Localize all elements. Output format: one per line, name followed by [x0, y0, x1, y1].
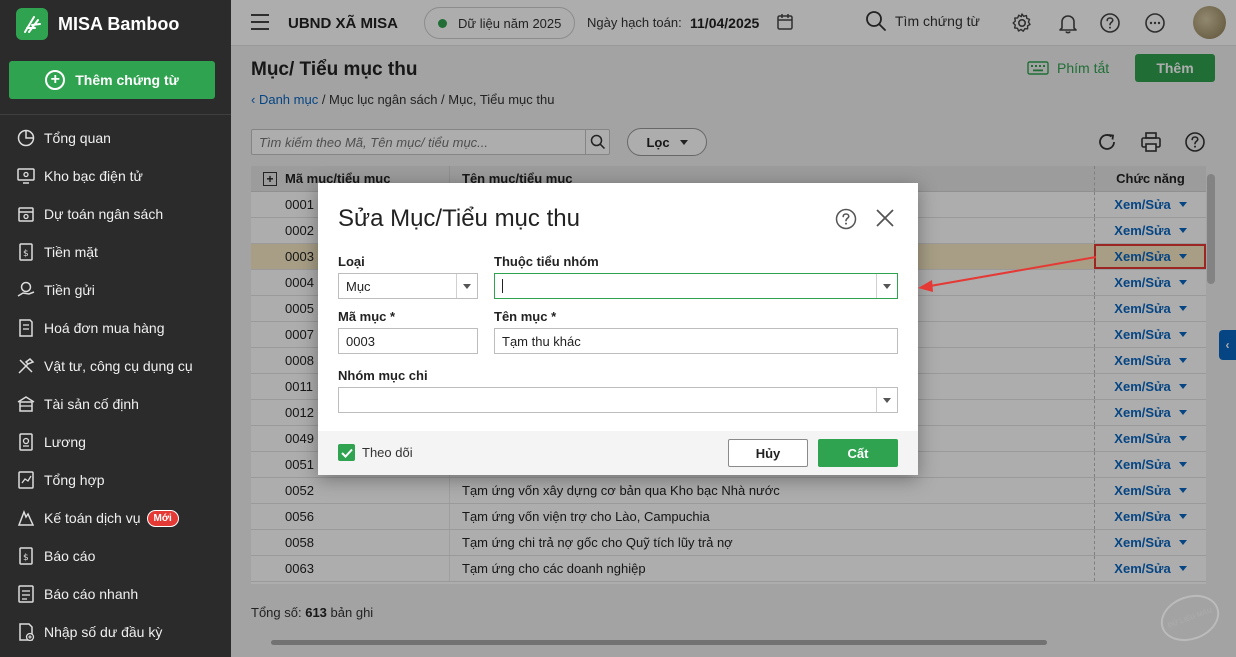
- code-label: Mã mục *: [338, 309, 396, 324]
- sidebar-item-label: Tiền gửi: [44, 282, 95, 298]
- new-badge: Mới: [146, 509, 179, 527]
- sidebar-item-2[interactable]: Kho bạc điện tử: [0, 157, 231, 195]
- chevron-down-icon[interactable]: [456, 274, 477, 298]
- add-voucher-label: Thêm chứng từ: [75, 72, 179, 88]
- deposit-icon: [17, 281, 35, 297]
- track-label[interactable]: Theo dõi: [362, 445, 413, 460]
- svg-text:$: $: [23, 553, 29, 563]
- type-label: Loại: [338, 254, 365, 269]
- svg-text:$: $: [23, 249, 29, 259]
- name-input[interactable]: Tạm thu khác: [494, 328, 898, 354]
- sidebar-item-label: Tổng hợp: [44, 472, 105, 488]
- monitor-icon: [17, 168, 35, 184]
- code-input[interactable]: 0003: [338, 328, 478, 354]
- subgroup-label: Thuộc tiểu nhóm: [494, 254, 599, 269]
- expense-group-label: Nhóm mục chi: [338, 368, 428, 383]
- budget-icon: [18, 207, 34, 222]
- track-checkbox[interactable]: [338, 444, 355, 461]
- invoice-icon: [19, 319, 33, 337]
- sidebar-menu: Tổng quan Kho bạc điện tử Dự toán ngân sác…: [0, 119, 231, 651]
- sidebar-item-1[interactable]: Tổng quan: [0, 119, 231, 157]
- opening-balance-icon: [19, 623, 35, 642]
- sidebar-item-10[interactable]: Tổng hợp: [0, 461, 231, 499]
- sidebar-item-6[interactable]: Hoá đơn mua hàng: [0, 309, 231, 347]
- cancel-button[interactable]: Hủy: [728, 439, 808, 467]
- close-icon[interactable]: [876, 209, 894, 227]
- sidebar-item-label: Tài sản cố định: [44, 396, 139, 412]
- sidebar-item-label: Nhập số dư đầu kỳ: [44, 624, 163, 640]
- plus-circle-icon: +: [45, 70, 66, 90]
- chevron-down-icon[interactable]: [876, 388, 897, 412]
- sidebar: MISA Bamboo + Thêm chứng từ Tổng quan Kho…: [0, 0, 231, 657]
- sidebar-item-label: Vật tư, công cụ dụng cụ: [44, 358, 193, 374]
- subgroup-select[interactable]: [494, 273, 898, 299]
- help-icon[interactable]: [835, 208, 857, 230]
- sidebar-item-5[interactable]: Tiền gửi: [0, 271, 231, 309]
- service-icon: [17, 509, 35, 526]
- sidebar-item-label: Báo cáo: [44, 548, 96, 564]
- pie-chart-icon: [17, 129, 35, 147]
- sidebar-item-8[interactable]: Tài sản cố định: [0, 385, 231, 423]
- tools-icon: [18, 358, 35, 374]
- expense-group-select[interactable]: [338, 387, 898, 413]
- add-voucher-button[interactable]: + Thêm chứng từ: [9, 61, 215, 99]
- sidebar-item-label: Báo cáo nhanh: [44, 586, 139, 602]
- cash-icon: $: [19, 243, 33, 261]
- sidebar-item-label: Kế toán dịch vụ: [44, 510, 141, 526]
- dialog-title: Sửa Mục/Tiểu mục thu: [338, 205, 580, 232]
- dialog-footer: Theo dõi Hủy Cất: [318, 431, 918, 475]
- sidebar-item-13[interactable]: Báo cáo nhanh: [0, 575, 231, 613]
- sidebar-item-label: Hoá đơn mua hàng: [44, 320, 165, 336]
- sidebar-item-12[interactable]: $ Báo cáo: [0, 537, 231, 575]
- sidebar-item-label: Kho bạc điện tử: [44, 168, 143, 184]
- type-select[interactable]: Mục: [338, 273, 478, 299]
- sidebar-item-label: Lương: [44, 434, 86, 450]
- sidebar-item-14[interactable]: Nhập số dư đầu kỳ: [0, 613, 231, 651]
- sidebar-item-label: Tổng quan: [44, 130, 111, 146]
- salary-icon: [19, 433, 33, 451]
- sidebar-item-11[interactable]: Kế toán dịch vụ Mới: [0, 499, 231, 537]
- checkmark-icon: [340, 448, 353, 458]
- edit-revenue-item-dialog: Sửa Mục/Tiểu mục thu Loại Mục Thuộc tiểu…: [318, 183, 918, 475]
- sidebar-item-9[interactable]: Lương: [0, 423, 231, 461]
- summary-icon: [18, 471, 34, 489]
- building-icon: [17, 396, 35, 412]
- sidebar-item-label: Tiền mặt: [44, 244, 98, 260]
- brand-name: MISA Bamboo: [58, 13, 180, 34]
- sidebar-item-4[interactable]: $ Tiền mặt: [0, 233, 231, 271]
- sidebar-item-label: Dự toán ngân sách: [44, 206, 164, 222]
- bamboo-logo-icon: [16, 8, 48, 40]
- report-icon: $: [19, 547, 33, 565]
- sidebar-divider: [0, 114, 231, 115]
- brand[interactable]: MISA Bamboo: [16, 8, 179, 40]
- sidebar-item-7[interactable]: Vật tư, công cụ dụng cụ: [0, 347, 231, 385]
- text-cursor: [502, 279, 503, 293]
- quick-report-icon: [18, 585, 34, 603]
- chevron-down-icon[interactable]: [876, 274, 897, 298]
- name-label: Tên mục *: [494, 309, 557, 324]
- save-button[interactable]: Cất: [818, 439, 898, 467]
- sidebar-item-3[interactable]: Dự toán ngân sách: [0, 195, 231, 233]
